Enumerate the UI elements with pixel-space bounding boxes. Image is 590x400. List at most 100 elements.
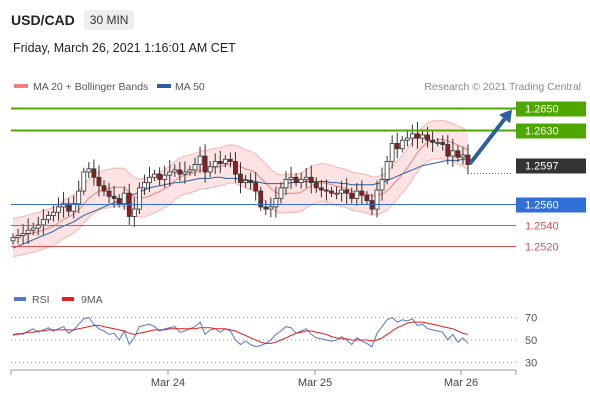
candle-body bbox=[278, 187, 284, 199]
candle-body bbox=[298, 179, 304, 183]
support-label: 1.2520 bbox=[525, 242, 559, 254]
candle-body bbox=[131, 208, 137, 217]
candle-body bbox=[273, 198, 279, 208]
copyright: Research © 2021 Trading Central bbox=[424, 81, 581, 93]
candle-body bbox=[450, 150, 456, 157]
candle-body bbox=[354, 190, 360, 199]
candle-body bbox=[152, 173, 157, 178]
rsi-plot: 70 50 30 bbox=[11, 313, 537, 369]
main-plot bbox=[10, 119, 471, 258]
candle-body bbox=[349, 192, 355, 199]
rsi-legend-swatch bbox=[14, 297, 26, 301]
candle-body bbox=[187, 169, 193, 173]
current-price-label: 1.2597 bbox=[525, 161, 559, 173]
rsi-ma-legend-label: 9MA bbox=[81, 294, 103, 306]
candle-body bbox=[263, 206, 269, 210]
ma50-legend-label: MA 50 bbox=[175, 81, 205, 93]
candle-body bbox=[121, 192, 127, 205]
candle-body bbox=[167, 171, 173, 176]
candle-body bbox=[45, 215, 51, 221]
candle-body bbox=[420, 134, 425, 139]
ma50-legend-swatch bbox=[157, 84, 171, 88]
candle-body bbox=[379, 179, 385, 191]
support-label: 1.2540 bbox=[525, 221, 559, 233]
candle-body bbox=[162, 174, 168, 180]
candle-body bbox=[192, 164, 198, 171]
candle-body bbox=[116, 198, 122, 205]
candle-body bbox=[157, 173, 163, 180]
candle-body bbox=[394, 143, 400, 150]
candle-body bbox=[10, 237, 16, 242]
candle-body bbox=[364, 194, 370, 201]
candle-body bbox=[324, 189, 329, 192]
candle-body bbox=[172, 169, 178, 173]
candle-body bbox=[409, 133, 415, 139]
candle-body bbox=[202, 155, 208, 173]
candle-body bbox=[20, 233, 26, 236]
candle-body bbox=[308, 176, 314, 183]
candle-body bbox=[445, 144, 451, 157]
candle-body bbox=[182, 171, 188, 175]
candle-body bbox=[96, 176, 102, 187]
candle-body bbox=[177, 169, 183, 175]
pivot-label: 1.2560 bbox=[525, 200, 559, 212]
resistance-label: 1.2630 bbox=[525, 126, 559, 138]
candle-body bbox=[253, 182, 259, 192]
candle-body bbox=[389, 143, 395, 162]
candle-body bbox=[465, 154, 471, 165]
candle-body bbox=[238, 173, 243, 183]
candle-body bbox=[142, 182, 147, 189]
candle-body bbox=[329, 190, 334, 194]
rsi-level-label: 70 bbox=[525, 313, 537, 325]
rsi-legend-label: RSI bbox=[32, 294, 50, 306]
candle-body bbox=[81, 171, 87, 192]
candle-body bbox=[435, 141, 441, 144]
candle-body bbox=[425, 134, 430, 141]
target-arrow-shaft bbox=[468, 117, 507, 165]
candle-body bbox=[30, 227, 36, 231]
candle-body bbox=[212, 161, 218, 168]
candle-body bbox=[76, 190, 82, 205]
candle-body bbox=[384, 161, 390, 180]
candle-body bbox=[415, 133, 420, 139]
candle-body bbox=[207, 166, 213, 173]
main-legend: MA 20 + Bollinger Bands MA 50 bbox=[14, 81, 205, 93]
candle-body bbox=[106, 190, 112, 197]
ma20-legend-swatch bbox=[14, 84, 28, 88]
candle-body bbox=[334, 192, 339, 195]
candle-body bbox=[91, 168, 97, 178]
candle-body bbox=[288, 176, 294, 180]
candle-body bbox=[15, 235, 21, 239]
candle-body bbox=[147, 176, 152, 183]
resistance-label: 1.2650 bbox=[525, 104, 559, 116]
candle-body bbox=[455, 150, 461, 158]
candle-body bbox=[56, 206, 61, 213]
candle-body bbox=[51, 211, 56, 216]
candle-body bbox=[101, 185, 107, 192]
candle-body bbox=[359, 190, 365, 196]
candle-body bbox=[86, 168, 92, 173]
candle-body bbox=[313, 182, 319, 189]
rsi-level-label: 50 bbox=[525, 335, 537, 347]
candle-body bbox=[318, 187, 324, 191]
x-tick-label: Mar 24 bbox=[151, 377, 185, 389]
candle-body bbox=[430, 139, 436, 143]
x-axis: Mar 24 Mar 25 Mar 26 bbox=[10, 369, 517, 389]
rsi-level-label: 30 bbox=[525, 357, 537, 369]
candle-body bbox=[268, 206, 274, 210]
candle-body bbox=[460, 154, 466, 158]
candle-body bbox=[374, 189, 380, 210]
rsi-legend: RSI 9MA bbox=[14, 294, 103, 306]
price-chart: MA 20 + Bollinger Bands MA 50 Research ©… bbox=[10, 81, 586, 389]
candle-body bbox=[248, 180, 254, 183]
candle-body bbox=[40, 219, 46, 226]
candle-body bbox=[233, 161, 238, 175]
candle-body bbox=[283, 179, 289, 189]
x-tick-label: Mar 26 bbox=[444, 377, 478, 389]
rsi-ma-legend-swatch bbox=[62, 297, 74, 301]
candle-body bbox=[227, 158, 233, 162]
rsi-line bbox=[12, 317, 469, 348]
candle-body bbox=[217, 161, 223, 164]
candle-body bbox=[303, 176, 309, 180]
candle-body bbox=[399, 139, 405, 150]
